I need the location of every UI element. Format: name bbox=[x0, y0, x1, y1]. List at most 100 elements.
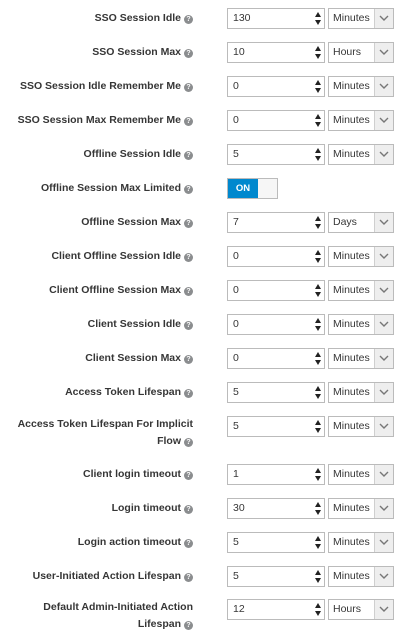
chevron-down-icon[interactable] bbox=[374, 111, 393, 130]
unit-select[interactable]: Hours bbox=[328, 599, 394, 620]
chevron-down-icon[interactable] bbox=[374, 600, 393, 619]
help-icon[interactable]: ? bbox=[184, 505, 193, 514]
unit-select[interactable]: Minutes bbox=[328, 348, 394, 369]
unit-select[interactable]: Minutes bbox=[328, 416, 394, 437]
help-icon[interactable]: ? bbox=[184, 151, 193, 160]
unit-select[interactable]: Minutes bbox=[328, 382, 394, 403]
unit-select[interactable]: Minutes bbox=[328, 566, 394, 587]
chevron-down-icon[interactable] bbox=[374, 417, 393, 436]
spinner-down-icon[interactable] bbox=[315, 394, 321, 399]
spinner-arrows-icon[interactable] bbox=[315, 352, 322, 365]
spinner-arrows-icon[interactable] bbox=[315, 603, 322, 616]
spinner-up-icon[interactable] bbox=[315, 352, 321, 357]
chevron-down-icon[interactable] bbox=[374, 43, 393, 62]
number-input[interactable]: 5 bbox=[227, 382, 325, 403]
spinner-arrows-icon[interactable] bbox=[315, 114, 322, 127]
unit-select[interactable]: Minutes bbox=[328, 532, 394, 553]
spinner-down-icon[interactable] bbox=[315, 88, 321, 93]
spinner-up-icon[interactable] bbox=[315, 536, 321, 541]
chevron-down-icon[interactable] bbox=[374, 465, 393, 484]
chevron-down-icon[interactable] bbox=[374, 567, 393, 586]
spinner-up-icon[interactable] bbox=[315, 216, 321, 221]
chevron-down-icon[interactable] bbox=[374, 213, 393, 232]
help-icon[interactable]: ? bbox=[184, 287, 193, 296]
number-input[interactable]: 5 bbox=[227, 144, 325, 165]
chevron-down-icon[interactable] bbox=[374, 281, 393, 300]
help-icon[interactable]: ? bbox=[184, 253, 193, 262]
spinner-up-icon[interactable] bbox=[315, 570, 321, 575]
spinner-down-icon[interactable] bbox=[315, 476, 321, 481]
spinner-down-icon[interactable] bbox=[315, 510, 321, 515]
spinner-up-icon[interactable] bbox=[315, 250, 321, 255]
spinner-up-icon[interactable] bbox=[315, 502, 321, 507]
spinner-down-icon[interactable] bbox=[315, 611, 321, 616]
help-icon[interactable]: ? bbox=[184, 321, 193, 330]
chevron-down-icon[interactable] bbox=[374, 533, 393, 552]
spinner-down-icon[interactable] bbox=[315, 578, 321, 583]
unit-select[interactable]: Minutes bbox=[328, 110, 394, 131]
spinner-arrows-icon[interactable] bbox=[315, 420, 322, 433]
spinner-arrows-icon[interactable] bbox=[315, 46, 322, 59]
spinner-arrows-icon[interactable] bbox=[315, 570, 322, 583]
number-input[interactable]: 0 bbox=[227, 348, 325, 369]
spinner-up-icon[interactable] bbox=[315, 468, 321, 473]
spinner-arrows-icon[interactable] bbox=[315, 12, 322, 25]
help-icon[interactable]: ? bbox=[184, 438, 193, 447]
help-icon[interactable]: ? bbox=[184, 539, 193, 548]
spinner-arrows-icon[interactable] bbox=[315, 536, 322, 549]
help-icon[interactable]: ? bbox=[184, 389, 193, 398]
spinner-down-icon[interactable] bbox=[315, 326, 321, 331]
spinner-down-icon[interactable] bbox=[315, 20, 321, 25]
spinner-down-icon[interactable] bbox=[315, 428, 321, 433]
spinner-up-icon[interactable] bbox=[315, 420, 321, 425]
unit-select[interactable]: Minutes bbox=[328, 246, 394, 267]
chevron-down-icon[interactable] bbox=[374, 9, 393, 28]
spinner-down-icon[interactable] bbox=[315, 224, 321, 229]
number-input[interactable]: 10 bbox=[227, 42, 325, 63]
number-input[interactable]: 0 bbox=[227, 246, 325, 267]
spinner-down-icon[interactable] bbox=[315, 156, 321, 161]
chevron-down-icon[interactable] bbox=[374, 499, 393, 518]
spinner-up-icon[interactable] bbox=[315, 603, 321, 608]
chevron-down-icon[interactable] bbox=[374, 383, 393, 402]
number-input[interactable]: 130 bbox=[227, 8, 325, 29]
spinner-up-icon[interactable] bbox=[315, 148, 321, 153]
spinner-arrows-icon[interactable] bbox=[315, 80, 322, 93]
unit-select[interactable]: Days bbox=[328, 212, 394, 233]
unit-select[interactable]: Hours bbox=[328, 42, 394, 63]
spinner-arrows-icon[interactable] bbox=[315, 468, 322, 481]
unit-select[interactable]: Minutes bbox=[328, 498, 394, 519]
help-icon[interactable]: ? bbox=[184, 49, 193, 58]
spinner-arrows-icon[interactable] bbox=[315, 386, 322, 399]
spinner-down-icon[interactable] bbox=[315, 292, 321, 297]
help-icon[interactable]: ? bbox=[184, 573, 193, 582]
help-icon[interactable]: ? bbox=[184, 219, 193, 228]
unit-select[interactable]: Minutes bbox=[328, 76, 394, 97]
number-input[interactable]: 5 bbox=[227, 416, 325, 437]
spinner-down-icon[interactable] bbox=[315, 544, 321, 549]
unit-select[interactable]: Minutes bbox=[328, 464, 394, 485]
spinner-down-icon[interactable] bbox=[315, 360, 321, 365]
spinner-arrows-icon[interactable] bbox=[315, 502, 322, 515]
spinner-up-icon[interactable] bbox=[315, 114, 321, 119]
spinner-down-icon[interactable] bbox=[315, 122, 321, 127]
number-input[interactable]: 7 bbox=[227, 212, 325, 233]
spinner-arrows-icon[interactable] bbox=[315, 318, 322, 331]
chevron-down-icon[interactable] bbox=[374, 247, 393, 266]
help-icon[interactable]: ? bbox=[184, 185, 193, 194]
number-input[interactable]: 30 bbox=[227, 498, 325, 519]
help-icon[interactable]: ? bbox=[184, 355, 193, 364]
spinner-down-icon[interactable] bbox=[315, 54, 321, 59]
number-input[interactable]: 0 bbox=[227, 280, 325, 301]
number-input[interactable]: 0 bbox=[227, 110, 325, 131]
spinner-up-icon[interactable] bbox=[315, 284, 321, 289]
chevron-down-icon[interactable] bbox=[374, 349, 393, 368]
unit-select[interactable]: Minutes bbox=[328, 280, 394, 301]
help-icon[interactable]: ? bbox=[184, 471, 193, 480]
unit-select[interactable]: Minutes bbox=[328, 144, 394, 165]
number-input[interactable]: 12 bbox=[227, 599, 325, 620]
unit-select[interactable]: Minutes bbox=[328, 8, 394, 29]
spinner-down-icon[interactable] bbox=[315, 258, 321, 263]
number-input[interactable]: 0 bbox=[227, 76, 325, 97]
spinner-arrows-icon[interactable] bbox=[315, 284, 322, 297]
